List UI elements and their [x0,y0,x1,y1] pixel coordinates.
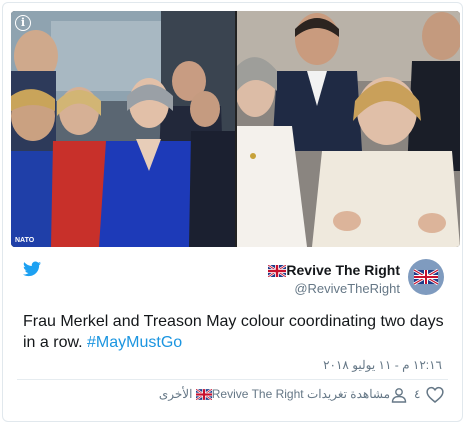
nato-caption: NATO [15,237,35,244]
hashtag-link[interactable]: #MayMustGo [87,334,182,351]
uk-flag-avatar-icon [408,259,444,295]
twitter-bird-icon[interactable] [23,261,41,277]
uk-flag-icon [195,389,212,400]
tweet-text: Frau Merkel and Treason May colour coord… [23,311,453,353]
uk-flag-icon [268,265,287,277]
tweet-media[interactable]: i NATO [11,11,460,247]
tweet-actions: ٤ مشاهدة تغريدات Revive The Right الأخرى [3,384,462,408]
person-icon[interactable] [391,387,407,403]
tweet-header: Revive The Right @ReviveTheRight [3,255,462,299]
info-icon[interactable]: i [15,15,31,31]
display-name-text: Revive The Right [286,262,400,278]
handle[interactable]: @ReviveTheRight [268,280,400,297]
user-block[interactable]: Revive The Right @ReviveTheRight [268,262,400,297]
like-count: ٤ [414,387,421,401]
display-name[interactable]: Revive The Right [268,262,400,279]
views-prefix: مشاهدة تغريدات [306,387,390,401]
views-suffix: الأخرى [158,387,193,401]
timestamp[interactable]: ١٢:١٦ م - ١١ يوليو ٢٠١٨ [323,358,442,372]
tweet-card: i NATO Revive The Right @ReviveTheRight … [2,2,463,422]
photo-right[interactable] [237,11,460,247]
photo-left[interactable] [11,11,235,247]
avatar[interactable] [408,259,444,295]
view-more-tweets-link[interactable]: مشاهدة تغريدات Revive The Right الأخرى [159,387,390,401]
views-author: Revive The Right [195,387,304,401]
heart-icon[interactable] [426,386,444,403]
divider [17,379,448,380]
views-author-name: Revive The Right [211,387,304,401]
